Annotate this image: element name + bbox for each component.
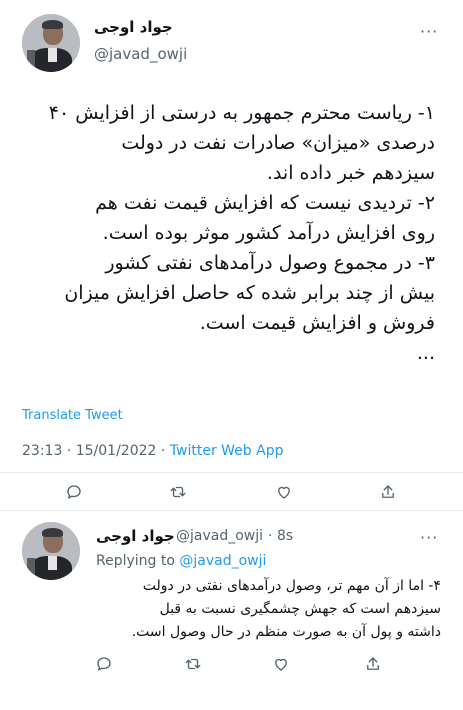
tweet-line: ۱- ریاست محترم جمهور به درستی از افزایش … [48, 102, 435, 124]
reply-line: ۴- اما از آن مهم تر، وصول درآمدهای نفتی … [142, 578, 441, 594]
reply-line: سیزدهم است که جهش چشمگیری نسبت به قبل [159, 601, 441, 617]
tweet-line: ... [416, 342, 435, 364]
tweet-text: ۱- ریاست محترم جمهور به درستی از افزایش … [25, 98, 435, 368]
divider [0, 510, 463, 511]
replying-label: Replying to [96, 553, 175, 569]
divider [0, 472, 463, 473]
user-handle[interactable]: @javad_owji [176, 528, 263, 544]
replying-to: Replying to @javad_owji [96, 553, 266, 569]
more-icon[interactable]: ··· [420, 22, 438, 41]
like-icon[interactable] [272, 480, 296, 504]
tweet-line: روی افزایش درآمد کشور موثر بوده است. [102, 222, 435, 244]
avatar[interactable] [22, 14, 80, 72]
tweet-line: بیش از چند برابر شده که حاصل افزایش میزا… [64, 282, 435, 304]
retweet-icon[interactable] [181, 652, 205, 676]
tweet-line: ۲- تردیدی نیست که افزایش قیمت نفت هم [95, 192, 435, 214]
reply-line: داشته و پول آن به صورت منظم در حال وصول … [131, 624, 441, 640]
tweet-line: سیزدهم خبر داده اند. [266, 162, 435, 184]
like-icon[interactable] [269, 652, 293, 676]
replying-handle[interactable]: @javad_owji [179, 553, 266, 569]
tweet-time[interactable]: 23:13 [22, 443, 62, 459]
display-name[interactable]: جواد اوجی [96, 527, 175, 545]
dot-separator: · [268, 528, 273, 544]
more-icon[interactable]: ··· [420, 528, 438, 547]
main-tweet: جواد اوجی @javad_owji ··· ۱- ریاست محترم… [0, 0, 463, 512]
share-icon[interactable] [361, 652, 385, 676]
tweet-source[interactable]: Twitter Web App [170, 443, 284, 459]
comment-icon[interactable] [62, 480, 86, 504]
avatar[interactable] [22, 522, 80, 580]
tweet-line: درصدی «میزان» صادرات نفت در دولت [121, 132, 435, 154]
comment-icon[interactable] [92, 652, 116, 676]
tweet-meta: 23:13 · 15/01/2022 · Twitter Web App [22, 443, 284, 459]
display-name[interactable]: جواد اوجی [94, 18, 173, 36]
tweet-age[interactable]: 8s [277, 528, 293, 544]
tweet-line: فروش و افزایش قیمت است. [199, 312, 435, 334]
tweet-date[interactable]: 15/01/2022 [76, 443, 157, 459]
translate-tweet-link[interactable]: Translate Tweet [22, 408, 123, 423]
reply-text: ۴- اما از آن مهم تر، وصول درآمدهای نفتی … [96, 575, 441, 644]
retweet-icon[interactable] [166, 480, 190, 504]
user-handle[interactable]: @javad_owji [94, 45, 187, 63]
share-icon[interactable] [376, 480, 400, 504]
tweet-line: ۳- در مجموع وصول درآمدهای نفتی کشور [105, 252, 435, 274]
